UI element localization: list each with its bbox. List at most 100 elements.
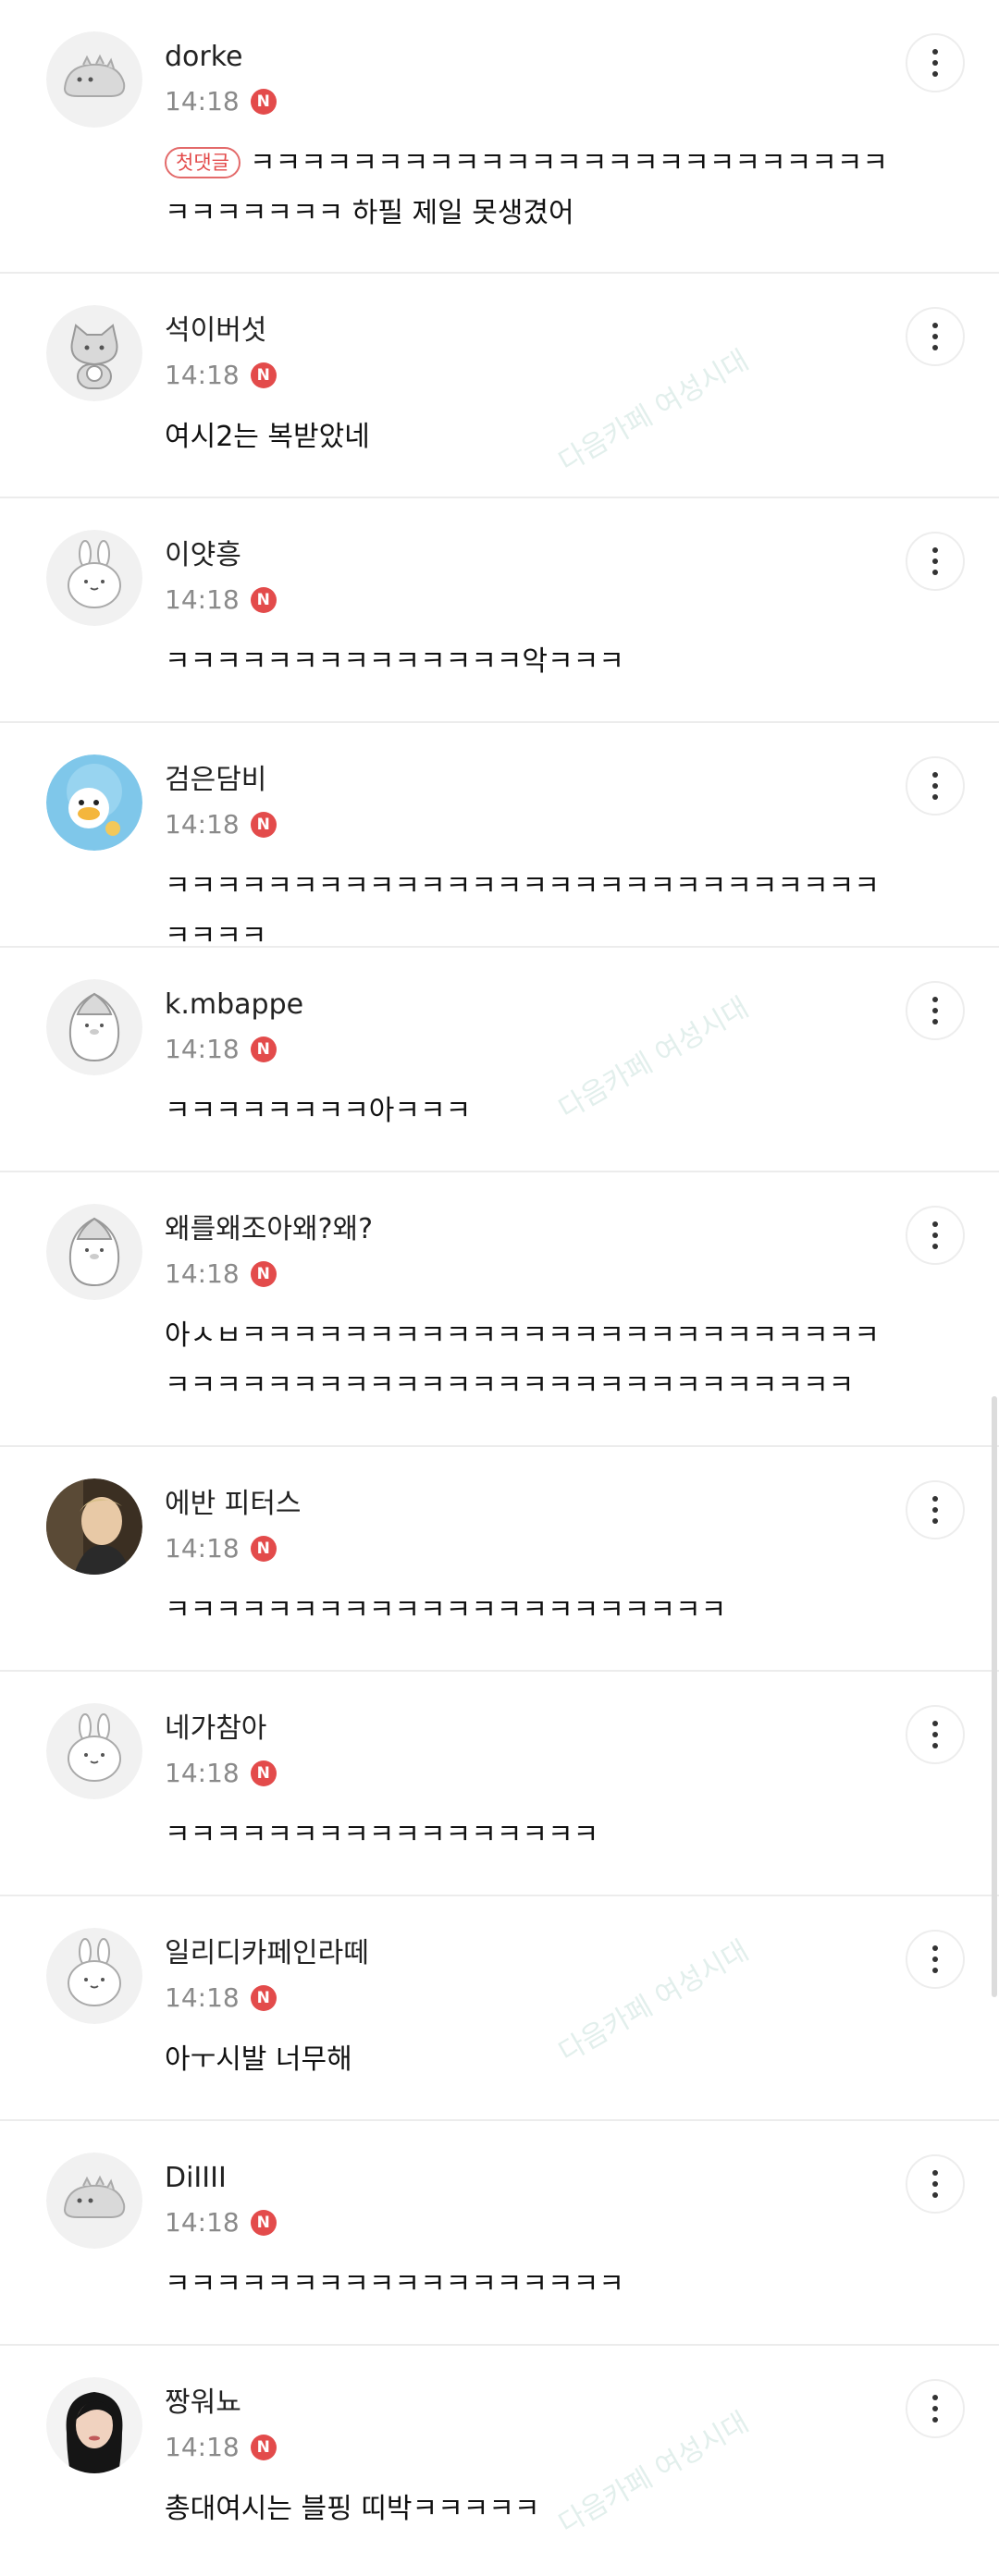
new-badge: N [250, 89, 277, 115]
avatar[interactable] [46, 1928, 142, 2024]
avatar[interactable] [46, 2377, 142, 2473]
avatar[interactable] [46, 31, 142, 128]
more-options-button[interactable] [906, 307, 965, 366]
comment-time: 14:18 [165, 1034, 240, 1064]
comment-text: ㅋㅋㅋㅋㅋㅋㅋㅋㅋㅋㅋㅋㅋㅋㅋㅋㅋㅋ [165, 2268, 624, 2300]
new-badge: N [250, 587, 277, 613]
comment-meta: 14:18 N [165, 2431, 277, 2464]
comment-text: 아ㅅㅂㅋㅋㅋㅋㅋㅋㅋㅋㅋㅋㅋㅋㅋㅋㅋㅋㅋㅋㅋㅋㅋㅋㅋㅋㅋㅋㅋㅋㅋㅋㅋㅋㅋㅋㅋㅋㅋ… [165, 1319, 880, 1402]
new-badge: N [250, 1985, 277, 2011]
avatar[interactable] [46, 530, 142, 626]
comment-body: 여시2는 복받았네 [165, 412, 905, 462]
comment-item: 네가참아 14:18 N ㅋㅋㅋㅋㅋㅋㅋㅋㅋㅋㅋㅋㅋㅋㅋㅋㅋ [0, 1672, 999, 1896]
more-vertical-icon [932, 1221, 938, 1227]
avatar[interactable] [46, 1703, 142, 1799]
penguin-avatar-icon [46, 979, 142, 1075]
rabbit-avatar-icon [46, 1703, 142, 1799]
comment-item: 이얏흥 14:18 N ㅋㅋㅋㅋㅋㅋㅋㅋㅋㅋㅋㅋㅋㅋ악ㅋㅋㅋ [0, 498, 999, 723]
rabbit-avatar-icon [46, 530, 142, 626]
comment-nickname[interactable]: 짱워뇨 [165, 2386, 241, 2420]
more-options-button[interactable] [906, 2154, 965, 2214]
comment-nickname[interactable]: 일리디카페인라떼 [165, 1937, 369, 1970]
more-options-button[interactable] [906, 981, 965, 1040]
comment-meta: 14:18 N [165, 359, 277, 392]
comment-body: ㅋㅋㅋㅋㅋㅋㅋㅋㅋㅋㅋㅋㅋㅋ악ㅋㅋㅋ [165, 637, 905, 687]
comment-body: 아ㅅㅂㅋㅋㅋㅋㅋㅋㅋㅋㅋㅋㅋㅋㅋㅋㅋㅋㅋㅋㅋㅋㅋㅋㅋㅋㅋㅋㅋㅋㅋㅋㅋㅋㅋㅋㅋㅋㅋ… [165, 1311, 905, 1411]
comment-nickname[interactable]: DiIIII [165, 2162, 227, 2195]
avatar[interactable] [46, 1478, 142, 1575]
penguin-avatar-icon [46, 1204, 142, 1300]
comment-nickname[interactable]: k.mbappe [165, 988, 303, 1022]
new-badge: N [250, 2210, 277, 2236]
comment-text: ㅋㅋㅋㅋㅋㅋㅋㅋㅋㅋㅋㅋㅋㅋ악ㅋㅋㅋ [165, 645, 624, 678]
new-badge: N [250, 1536, 277, 1562]
avatar[interactable] [46, 979, 142, 1075]
more-vertical-icon [932, 323, 938, 328]
comment-body: ㅋㅋㅋㅋㅋㅋㅋㅋ아ㅋㅋㅋ [165, 1086, 905, 1136]
comment-time: 14:18 [165, 1533, 240, 1564]
comment-time: 14:18 [165, 86, 240, 117]
more-options-button[interactable] [906, 532, 965, 591]
comment-item: 검은담비 14:18 N ㅋㅋㅋㅋㅋㅋㅋㅋㅋㅋㅋㅋㅋㅋㅋㅋㅋㅋㅋㅋㅋㅋㅋㅋㅋㅋㅋ… [0, 723, 999, 952]
more-options-button[interactable] [906, 33, 965, 92]
comment-time: 14:18 [165, 2207, 240, 2238]
avatar[interactable] [46, 754, 142, 851]
comment-nickname[interactable]: 검은담비 [165, 764, 266, 797]
more-options-button[interactable] [906, 1705, 965, 1764]
comment-text: ㅋㅋㅋㅋㅋㅋㅋㅋㅋㅋㅋㅋㅋㅋㅋㅋㅋㅋㅋㅋㅋㅋㅋㅋㅋㅋㅋㅋㅋㅋㅋㅋ 하필 제일 못… [165, 147, 888, 229]
new-badge: N [250, 2435, 277, 2460]
comment-meta: 14:18 N [165, 1757, 277, 1790]
comment-nickname[interactable]: dorke [165, 41, 243, 74]
comment-nickname[interactable]: 네가참아 [165, 1712, 266, 1746]
avatar[interactable] [46, 2153, 142, 2249]
more-options-button[interactable] [906, 1206, 965, 1265]
more-vertical-icon [932, 997, 938, 1002]
avatar[interactable] [46, 1204, 142, 1300]
comment-time: 14:18 [165, 360, 240, 390]
comment-item: 짱워뇨 14:18 N 총대여시는 블핑 띠박ㅋㅋㅋㅋㅋ [0, 2346, 999, 2570]
comment-meta: 14:18 N [165, 583, 277, 617]
comment-time: 14:18 [165, 584, 240, 615]
comment-time: 14:18 [165, 1258, 240, 1289]
comment-body: 첫댓글 ㅋㅋㅋㅋㅋㅋㅋㅋㅋㅋㅋㅋㅋㅋㅋㅋㅋㅋㅋㅋㅋㅋㅋㅋㅋㅋㅋㅋㅋㅋㅋㅋ 하필 제… [165, 139, 905, 239]
new-badge: N [250, 812, 277, 838]
more-options-button[interactable] [906, 1930, 965, 1989]
comment-meta: 14:18 N [165, 1981, 277, 2015]
comment-meta: 14:18 N [165, 808, 277, 841]
more-vertical-icon [932, 49, 938, 55]
person-profile-photo-icon [46, 1478, 142, 1575]
comment-item: 일리디카페인라떼 14:18 N 아ㅜ시발 너무해 [0, 1896, 999, 2121]
comment-nickname[interactable]: 이얏흥 [165, 539, 241, 572]
comment-text: ㅋㅋㅋㅋㅋㅋㅋㅋㅋㅋㅋㅋㅋㅋㅋㅋㅋㅋㅋㅋㅋㅋㅋㅋㅋㅋㅋㅋㅋㅋㅋㅋ [165, 870, 880, 952]
comment-meta: 14:18 N [165, 1033, 277, 1066]
avatar[interactable] [46, 305, 142, 401]
person-profile-photo-icon [46, 2377, 142, 2473]
new-badge: N [250, 1037, 277, 1062]
comment-item: 에반 피터스 14:18 N ㅋㅋㅋㅋㅋㅋㅋㅋㅋㅋㅋㅋㅋㅋㅋㅋㅋㅋㅋㅋㅋㅋ [0, 1447, 999, 1672]
duck-profile-photo-icon [46, 754, 142, 851]
comment-body: ㅋㅋㅋㅋㅋㅋㅋㅋㅋㅋㅋㅋㅋㅋㅋㅋㅋㅋㅋㅋㅋㅋ [165, 1586, 905, 1636]
more-options-button[interactable] [906, 756, 965, 816]
comment-time: 14:18 [165, 809, 240, 840]
more-options-button[interactable] [906, 1480, 965, 1539]
new-badge: N [250, 362, 277, 388]
comment-time: 14:18 [165, 2432, 240, 2462]
comment-item: 석이버섯 14:18 N 여시2는 복받았네 [0, 274, 999, 498]
scrollbar[interactable] [992, 1396, 997, 1997]
comment-item: DiIIII 14:18 N ㅋㅋㅋㅋㅋㅋㅋㅋㅋㅋㅋㅋㅋㅋㅋㅋㅋㅋ [0, 2121, 999, 2346]
comment-body: 총대여시는 블핑 띠박ㅋㅋㅋㅋㅋ [165, 2484, 905, 2534]
comment-text: 여시2는 복받았네 [165, 421, 370, 453]
comment-nickname[interactable]: 석이버섯 [165, 314, 266, 348]
comment-text: ㅋㅋㅋㅋㅋㅋㅋㅋㅋㅋㅋㅋㅋㅋㅋㅋㅋ [165, 1819, 599, 1851]
comment-text: 총대여시는 블핑 띠박ㅋㅋㅋㅋㅋ [165, 2493, 540, 2525]
more-vertical-icon [932, 1496, 938, 1502]
more-options-button[interactable] [906, 2379, 965, 2438]
comment-time: 14:18 [165, 1758, 240, 1788]
comment-body: ㅋㅋㅋㅋㅋㅋㅋㅋㅋㅋㅋㅋㅋㅋㅋㅋㅋㅋㅋㅋㅋㅋㅋㅋㅋㅋㅋㅋㅋㅋㅋㅋ [165, 862, 905, 962]
comment-nickname[interactable]: 에반 피터스 [165, 1488, 302, 1521]
dinosaur-avatar-icon [46, 2153, 142, 2249]
comment-text: ㅋㅋㅋㅋㅋㅋㅋㅋㅋㅋㅋㅋㅋㅋㅋㅋㅋㅋㅋㅋㅋㅋ [165, 1594, 727, 1626]
comment-nickname[interactable]: 왜를왜조아왜?왜? [165, 1213, 373, 1246]
comment-time: 14:18 [165, 1982, 240, 2013]
comment-body: 아ㅜ시발 너무해 [165, 2035, 905, 2085]
